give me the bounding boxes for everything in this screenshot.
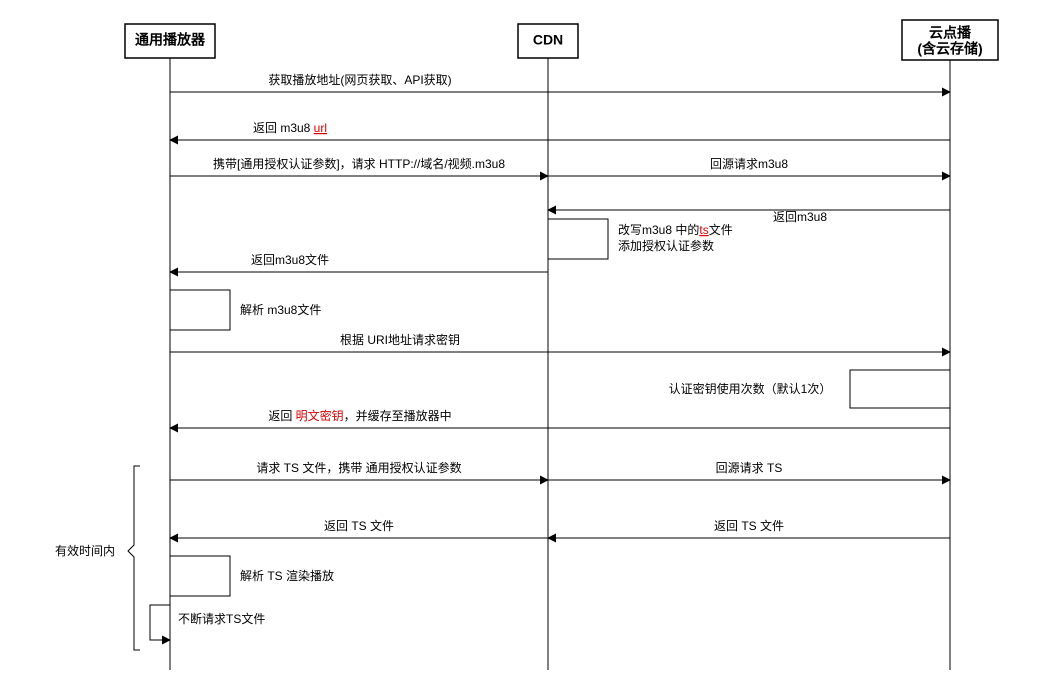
msg-auth-key-count: 认证密钥使用次数（默认1次） <box>669 381 832 396</box>
group-brace <box>128 466 140 650</box>
msg-return-m3u8-url: 返回 m3u8 url <box>253 121 327 135</box>
actor-player-label: 通用播放器 <box>135 32 206 48</box>
msg-add-auth: 添加授权认证参数 <box>618 238 714 253</box>
msg-origin-m3u8: 回源请求m3u8 <box>710 157 788 171</box>
actor-vod-label2: (含云存储) <box>917 41 982 57</box>
actor-vod-label1: 云点播 <box>929 25 972 41</box>
actor-cdn-label: CDN <box>533 32 563 48</box>
msg-return-m3u8: 返回m3u8 <box>773 210 827 224</box>
msg-request-key: 根据 URI地址请求密钥 <box>340 332 460 347</box>
msg-parse-m3u8: 解析 m3u8文件 <box>240 302 321 317</box>
msg-rewrite-ts: 改写m3u8 中的ts文件 <box>618 222 733 237</box>
self-player-parse-ts <box>170 556 230 596</box>
arrow-loop-ts <box>150 605 170 640</box>
self-player-parse-m3u8 <box>170 290 230 330</box>
self-vod-auth-key <box>850 370 950 408</box>
msg-request-m3u8: 携带[通用授权认证参数]，请求 HTTP://域名/视频.m3u8 <box>213 156 505 171</box>
msg-return-m3u8-file: 返回m3u8文件 <box>251 252 329 267</box>
msg-request-ts: 请求 TS 文件，携带 通用授权认证参数 <box>256 460 461 475</box>
self-cdn-rewrite <box>548 219 608 259</box>
msg-origin-ts: 回源请求 TS <box>716 461 783 475</box>
msg-loop-request-ts: 不断请求TS文件 <box>178 611 265 626</box>
msg-return-ts-cdn: 返回 TS 文件 <box>324 518 394 533</box>
group-label: 有效时间内 <box>55 543 115 558</box>
sequence-diagram: 通用播放器 CDN 云点播 (含云存储) 获取播放地址(网页获取、API获取) … <box>0 0 1046 679</box>
msg-parse-ts: 解析 TS 渲染播放 <box>240 568 334 583</box>
msg-return-plaintext-key: 返回 明文密钥，并缓存至播放器中 <box>268 408 451 423</box>
msg-return-ts-vod: 返回 TS 文件 <box>714 518 784 533</box>
msg-get-play-url: 获取播放地址(网页获取、API获取) <box>268 72 451 87</box>
